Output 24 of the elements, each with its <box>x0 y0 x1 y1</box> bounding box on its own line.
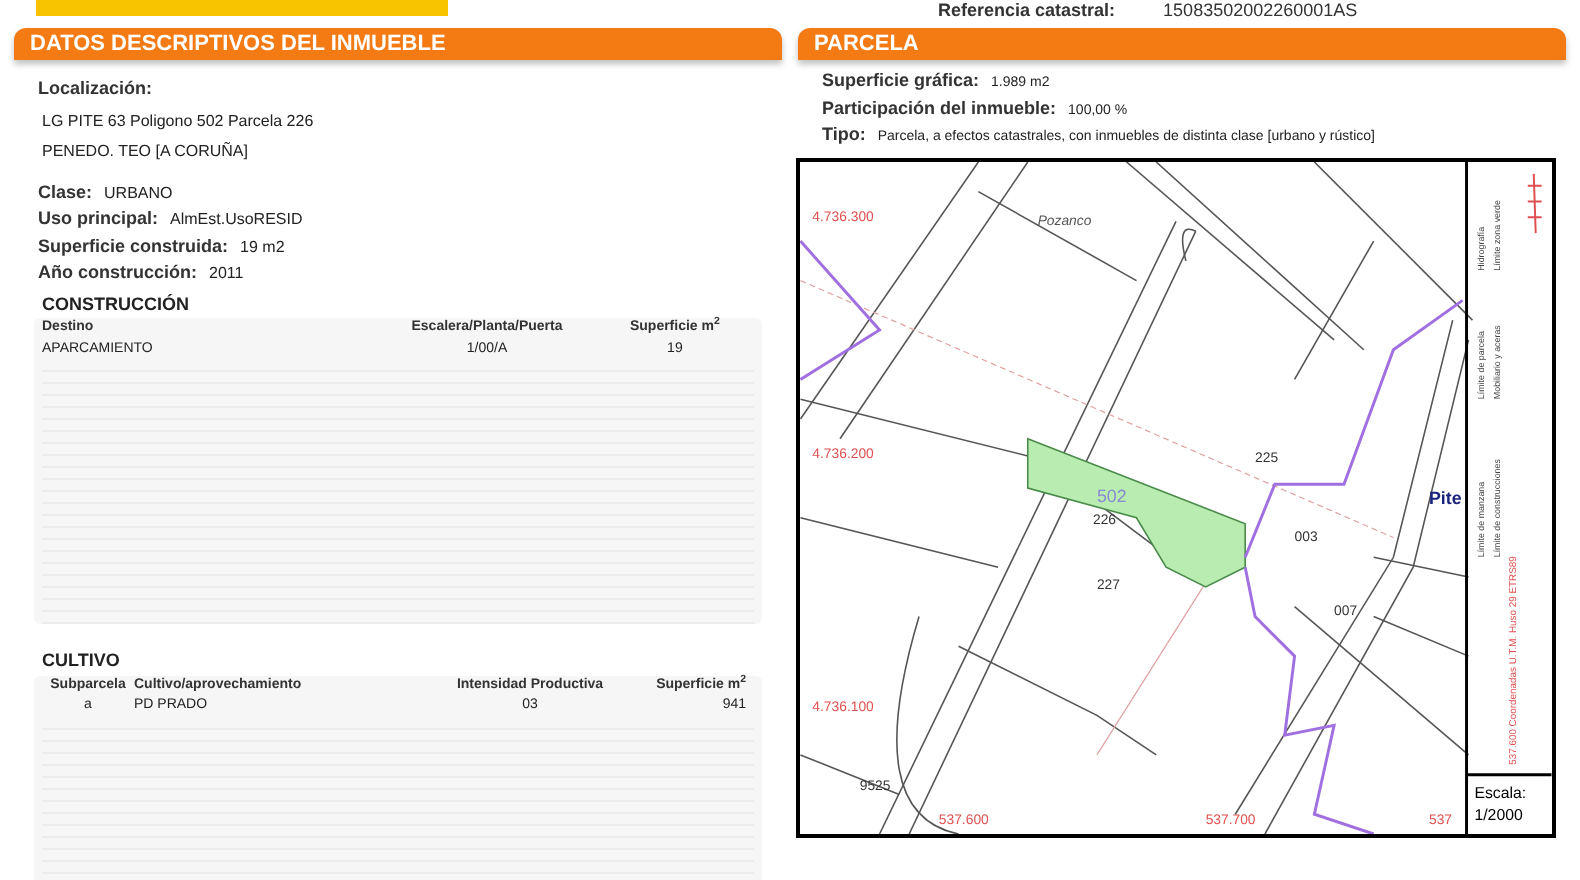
polygon-number: 502 <box>1096 484 1127 505</box>
address-line: PENEDO. TEO [A CORUÑA] <box>40 139 250 163</box>
section-header: DATOS DESCRIPTIVOS DEL INMUEBLE <box>14 28 782 60</box>
field-value: URBANO <box>104 181 173 205</box>
field-value: AlmEst.UsoRESID <box>170 208 303 232</box>
table-title: CULTIVO <box>40 648 122 674</box>
field-label: Clase: <box>38 179 93 205</box>
field-label: Superficie construida: <box>38 233 229 260</box>
address-line: LG PITE 63 Poligono 502 Parcela 226 <box>40 109 316 133</box>
scale-value: 1/2000 <box>1474 805 1523 824</box>
section-header: PARCELA <box>798 28 1566 60</box>
reference-label: Referencia catastral: <box>938 0 1116 20</box>
field-label: Participación del inmueble: <box>822 95 1057 122</box>
field-value: 19 m2 <box>240 235 285 259</box>
field-value: 2011 <box>209 262 244 286</box>
hamlet-label: Pite <box>1429 486 1462 507</box>
scale-label: Escala: <box>1474 783 1527 802</box>
field-label: Tipo: <box>822 122 866 148</box>
table-title: CONSTRUCCIÓN <box>40 291 191 317</box>
field-label: Localización: <box>38 76 155 102</box>
field-label: Uso principal: <box>38 206 159 232</box>
field-label: Superficie gráfica: <box>822 68 980 94</box>
field-label: Año construcción: <box>38 260 198 286</box>
reference-value: 15083502002260001AS <box>1163 0 1358 20</box>
